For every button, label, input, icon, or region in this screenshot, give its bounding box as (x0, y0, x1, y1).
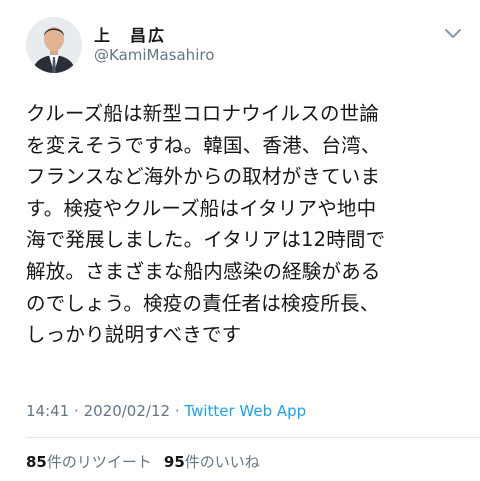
tweet-metadata: 14:41 · 2020/02/12 · Twitter Web App (26, 402, 306, 420)
author-name[interactable]: 上 昌広 (94, 22, 166, 46)
tweet-text-line: のでしょう。検疫の責任者は検疫所長、 (26, 291, 380, 315)
like-count: 95 (163, 453, 185, 471)
tweet-date[interactable]: 2020/02/12 (84, 402, 170, 420)
chevron-down-icon[interactable] (444, 28, 462, 40)
tweet-text-line: 解放。さまざまな船内感染の経験がある (26, 259, 381, 283)
separator: · (74, 402, 79, 420)
divider (26, 437, 480, 438)
tweet-text-line: を変えそうですね。韓国、香港、台湾、 (26, 133, 381, 157)
source-app-link[interactable]: Twitter Web App (184, 402, 306, 420)
tweet-stats: 85件のリツイート 95件のいいね (26, 451, 260, 472)
like-stat[interactable]: 95件のいいね (164, 453, 260, 471)
separator: · (174, 402, 180, 420)
profile-photo (26, 17, 82, 73)
tweet-text-line: フランスなど海外からの取材がきていま (26, 165, 381, 189)
avatar[interactable] (26, 17, 82, 73)
tweet-time[interactable]: 14:41 (26, 402, 69, 420)
tweet-text-line: しっかり説明すべきです (26, 323, 242, 347)
like-label: 件のいいね (184, 453, 260, 471)
tweet-text-line: す。検疫やクルーズ船はイタリアや地中 (26, 196, 377, 220)
author-handle[interactable]: @KamiMasahiro (94, 46, 214, 64)
retweet-label: 件のリツイート (46, 453, 152, 471)
retweet-count: 85 (26, 453, 47, 471)
tweet-text-line: クルーズ船は新型コロナウイルスの世論 (26, 102, 380, 125)
tweet-text: クルーズ船は新型コロナウイルスの世論 を変えそうですね。韓国、香港、台湾、 フラ… (26, 98, 466, 351)
retweet-stat[interactable]: 85件のリツイート (26, 453, 152, 471)
tweet-text-line: 海で発展しました。イタリアは12時間で (26, 228, 386, 252)
